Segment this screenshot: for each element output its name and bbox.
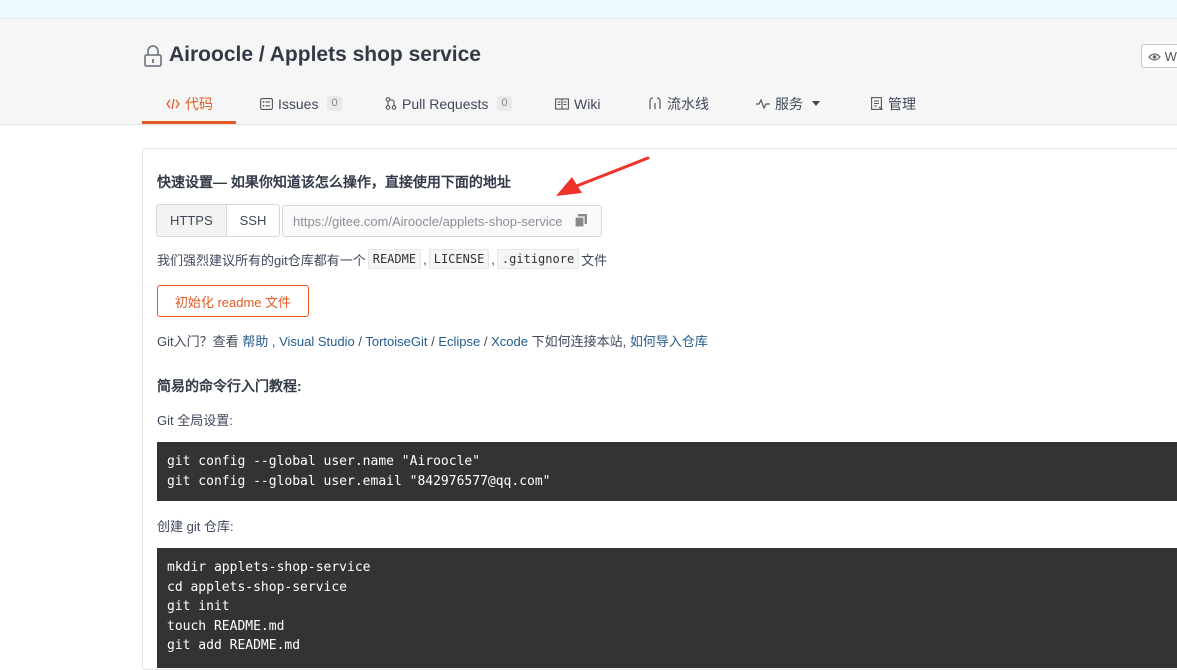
help-slash-1: / <box>354 334 366 349</box>
pulse-icon <box>756 98 770 109</box>
code-line: git add README.md <box>167 638 301 653</box>
active-tab-indicator <box>142 121 236 124</box>
tab-wiki-label: Wiki <box>574 95 601 112</box>
recommend-text: 我们强烈建议所有的git仓库都有一个 README, LICENSE, .git… <box>157 249 607 269</box>
tab-pipeline-label: 流水线 <box>667 95 709 112</box>
tab-code[interactable]: 代码 <box>166 85 213 122</box>
manage-doc-icon <box>871 97 883 110</box>
tab-issues-label: Issues <box>278 95 319 112</box>
license-chip: LICENSE <box>428 249 490 269</box>
wiki-book-icon <box>555 97 569 110</box>
tab-pull-requests[interactable]: Pull Requests 0 <box>385 85 512 122</box>
code-line: mkdir applets-shop-service <box>167 560 371 575</box>
ssh-button[interactable]: SSH <box>225 205 280 236</box>
eye-icon <box>1148 53 1161 61</box>
annotation-arrow-icon <box>556 156 650 196</box>
readme-chip: README <box>367 249 422 269</box>
init-readme-button[interactable]: 初始化 readme 文件 <box>157 285 309 317</box>
tab-services[interactable]: 服务 <box>756 85 820 122</box>
pull-requests-count-badge: 0 <box>497 96 512 111</box>
issues-count-badge: 0 <box>327 96 342 111</box>
tab-code-label: 代码 <box>185 95 213 112</box>
recommend-sep-1: , <box>423 251 427 267</box>
tab-pull-requests-label: Pull Requests <box>402 95 489 112</box>
eclipse-link[interactable]: Eclipse <box>438 334 480 349</box>
create-repo-label: 创建 git 仓库: <box>157 519 234 534</box>
repo-header: Airoocle / Applets shop service W 代码 Iss… <box>0 19 1177 125</box>
watch-button[interactable]: W <box>1141 44 1177 68</box>
help-link[interactable]: 帮助 <box>242 334 268 349</box>
quick-setup-heading: 快速设置— 如果你知道该怎么操作，直接使用下面的地址 <box>157 174 511 190</box>
repo-title[interactable]: Airoocle / Applets shop service <box>169 43 481 67</box>
tab-issues[interactable]: Issues 0 <box>260 85 342 122</box>
lock-icon <box>144 45 162 67</box>
global-settings-label: Git 全局设置: <box>157 413 233 428</box>
protocol-toggle: HTTPS SSH <box>156 204 281 237</box>
copy-icon[interactable] <box>574 213 588 228</box>
pull-request-icon <box>385 97 397 110</box>
tab-pipeline[interactable]: 流水线 <box>648 85 709 122</box>
watch-label: W <box>1164 49 1177 64</box>
global-settings-code: git config --global user.name "Airoocle"… <box>157 442 1177 501</box>
recommend-suffix: 文件 <box>581 252 608 268</box>
tab-manage-label: 管理 <box>888 95 916 112</box>
code-line: git config --global user.name "Airoocle" <box>167 454 481 469</box>
import-repo-link[interactable]: 如何导入仓库 <box>630 334 708 349</box>
tortoisegit-link[interactable]: TortoiseGit <box>365 334 427 349</box>
https-button[interactable]: HTTPS <box>157 205 226 236</box>
recommend-sep-2: , <box>491 251 495 267</box>
help-line: Git入门？查看 帮助 , Visual Studio / TortoiseGi… <box>157 331 708 350</box>
tutorial-heading: 简易的命令行入门教程: <box>157 378 302 394</box>
help-slash-3: / <box>480 334 492 349</box>
help-prefix: Git入门？查看 <box>157 334 243 349</box>
create-repo-code: mkdir applets-shop-service cd applets-sho… <box>157 548 1177 668</box>
code-line: git init <box>167 599 230 614</box>
code-line: cd applets-shop-service <box>167 579 348 595</box>
code-line: git config --global user.email "84297657… <box>167 473 551 489</box>
tab-manage[interactable]: 管理 <box>871 85 916 122</box>
recommend-prefix: 我们强烈建议所有的git仓库都有一个 <box>157 252 366 268</box>
pipeline-icon <box>649 97 661 109</box>
chevron-down-icon <box>812 101 820 106</box>
visual-studio-link[interactable]: Visual Studio <box>279 334 355 349</box>
code-icon <box>166 98 180 109</box>
top-notification-bar <box>0 0 1177 19</box>
tab-services-label: 服务 <box>775 95 803 112</box>
issues-icon <box>260 97 273 110</box>
tab-wiki[interactable]: Wiki <box>555 85 600 122</box>
help-slash-2: / <box>427 334 439 349</box>
clone-url-field[interactable]: https://gitee.com/Airoocle/applets-shop-… <box>282 205 602 237</box>
gitignore-chip: .gitignore <box>496 249 580 269</box>
help-middle: 下如何连接本站, <box>527 334 630 349</box>
clone-url-text: https://gitee.com/Airoocle/applets-shop-… <box>293 214 563 229</box>
help-sep: , <box>268 334 280 349</box>
xcode-link[interactable]: Xcode <box>491 334 528 349</box>
code-line: touch README.md <box>167 618 285 634</box>
